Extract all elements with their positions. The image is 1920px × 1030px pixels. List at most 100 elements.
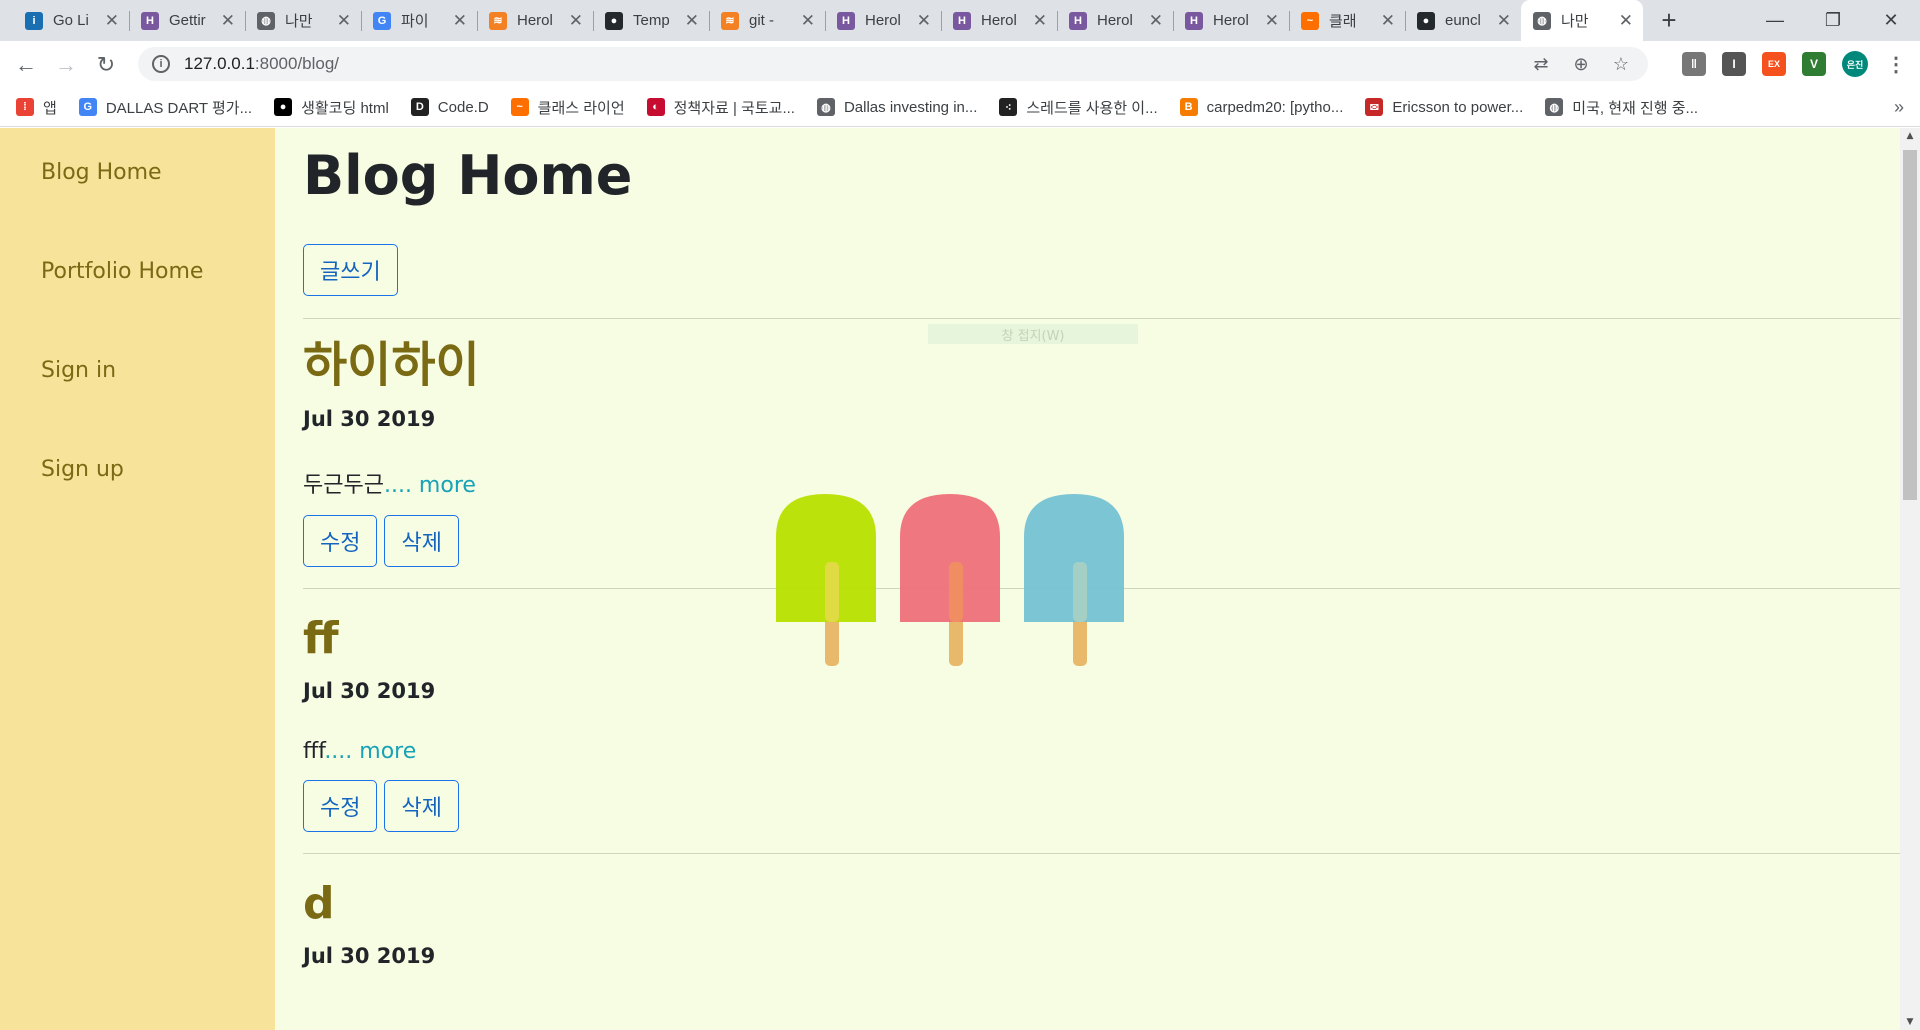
- site-info-icon[interactable]: i: [152, 55, 170, 73]
- more-link[interactable]: .... more: [384, 473, 476, 498]
- sidebar-link-blog-home[interactable]: Blog Home: [41, 160, 275, 259]
- scroll-thumb[interactable]: [1903, 150, 1917, 500]
- write-post-button[interactable]: 글쓰기: [303, 244, 398, 296]
- bookmark-label: 미국, 현재 진행 중...: [1572, 99, 1699, 117]
- address-bar[interactable]: i 127.0.0.1:8000/blog/ ⇄ ⊕ ☆: [138, 47, 1648, 81]
- extension-ex-icon[interactable]: EX: [1762, 52, 1786, 76]
- tab-close-icon[interactable]: ✕: [1497, 11, 1511, 31]
- tab-close-icon[interactable]: ✕: [1381, 11, 1395, 31]
- sidebar-link-sign-up[interactable]: Sign up: [41, 457, 275, 556]
- post-date: Jul 30 2019: [303, 407, 436, 431]
- bookmark-favicon-icon: ⁖: [999, 98, 1018, 116]
- delete-button[interactable]: 삭제: [384, 780, 459, 832]
- edit-button[interactable]: 수정: [303, 515, 378, 567]
- bookmark-item[interactable]: ◍ Dallas investing in...: [816, 98, 977, 116]
- browser-tab[interactable]: H Herol ✕: [825, 0, 941, 41]
- tab-close-icon[interactable]: ✕: [1619, 11, 1633, 31]
- edit-button[interactable]: 수정: [303, 780, 378, 832]
- bookmark-favicon-icon: D: [410, 98, 429, 116]
- tab-title: Gettir: [169, 12, 206, 29]
- browser-tab[interactable]: H Herol ✕: [1057, 0, 1173, 41]
- browser-tab[interactable]: H Herol ✕: [1173, 0, 1289, 41]
- tab-close-icon[interactable]: ✕: [337, 11, 351, 31]
- tab-favicon-icon: ●: [1417, 11, 1435, 30]
- tab-close-icon[interactable]: ✕: [801, 11, 815, 31]
- browser-tab[interactable]: H Herol ✕: [941, 0, 1057, 41]
- bookmark-item[interactable]: ● 생활코딩 html: [274, 97, 389, 118]
- bookmark-item[interactable]: Bcarpedm20: [pytho...: [1179, 98, 1343, 116]
- bookmark-item[interactable]: ✉ Ericsson to power...: [1365, 98, 1523, 116]
- browser-tab-active[interactable]: ◍ 나만 ✕: [1521, 0, 1643, 41]
- extension-bars-icon[interactable]: ‖: [1682, 52, 1706, 76]
- browser-tab[interactable]: ● euncl ✕: [1405, 0, 1521, 41]
- minimize-icon[interactable]: —: [1746, 0, 1804, 41]
- tab-title: Herol: [981, 12, 1017, 29]
- tab-close-icon[interactable]: ✕: [1149, 11, 1163, 31]
- bookmark-item[interactable]: ⁖ 스레드를 사용한 이...: [999, 97, 1158, 118]
- tab-close-icon[interactable]: ✕: [917, 11, 931, 31]
- sidebar-link-portfolio-home[interactable]: Portfolio Home: [41, 259, 275, 358]
- tab-close-icon[interactable]: ✕: [1033, 11, 1047, 31]
- more-link[interactable]: .... more: [324, 739, 416, 764]
- scroll-down-arrow-icon[interactable]: ▼: [1900, 1014, 1920, 1030]
- bookmarks-overflow-icon[interactable]: »: [1894, 97, 1904, 118]
- new-tab-plus-icon[interactable]: +: [1651, 3, 1687, 39]
- bookmark-label: DALLAS DART 평가...: [105, 99, 253, 117]
- close-window-icon[interactable]: ✕: [1862, 0, 1920, 41]
- tab-close-icon[interactable]: ✕: [569, 11, 583, 31]
- browser-tab[interactable]: ◍ 나만 ✕: [245, 0, 361, 41]
- post-title[interactable]: d: [303, 882, 1900, 926]
- url-text[interactable]: 127.0.0.1:8000/blog/: [184, 54, 339, 74]
- browser-tab[interactable]: G 파이 ✕: [361, 0, 477, 41]
- bookmark-item[interactable]: ~ 클래스 라이언: [510, 97, 625, 118]
- scroll-up-arrow-icon[interactable]: ▲: [1900, 128, 1920, 144]
- restore-icon[interactable]: ❐: [1804, 0, 1862, 41]
- tab-close-icon[interactable]: ✕: [105, 11, 119, 31]
- bookmark-favicon-icon: ●: [274, 98, 293, 116]
- tab-close-icon[interactable]: ✕: [685, 11, 699, 31]
- browser-tab[interactable]: i Go Li ✕: [13, 0, 129, 41]
- browser-tab[interactable]: ≋ git - ✕: [709, 0, 825, 41]
- browser-tab[interactable]: ~ 클래 ✕: [1289, 0, 1405, 41]
- browser-tab[interactable]: ≋ Herol ✕: [477, 0, 593, 41]
- tab-favicon-icon: H: [1185, 11, 1203, 30]
- browser-tab[interactable]: ● Temp ✕: [593, 0, 709, 41]
- bookmark-item[interactable]: ⁞ 앱: [16, 97, 57, 118]
- post-item: d Jul 30 2019: [303, 882, 1900, 969]
- tab-favicon-icon: G: [373, 11, 391, 30]
- bookmark-favicon-icon: ◐: [646, 98, 665, 116]
- menu-kebab-icon[interactable]: ⋮: [1884, 52, 1908, 76]
- post-title[interactable]: 하이하이: [303, 341, 1900, 389]
- address-bar-actions: ⇄ ⊕ ☆: [1528, 51, 1634, 77]
- bookmark-favicon-icon: G: [78, 98, 97, 116]
- bookmark-item[interactable]: ◍ 미국, 현재 진행 중...: [1545, 97, 1698, 118]
- tab-close-icon[interactable]: ✕: [221, 11, 235, 31]
- tab-title: 클래: [1329, 13, 1357, 30]
- extension-v-icon[interactable]: V: [1802, 52, 1826, 76]
- blue-popsicle-icon: [1024, 494, 1124, 666]
- forward-arrow-icon[interactable]: →: [46, 45, 86, 85]
- translate-icon[interactable]: ⇄: [1528, 51, 1554, 77]
- browser-tab[interactable]: H Gettir ✕: [129, 0, 245, 41]
- reload-icon[interactable]: ↻: [86, 45, 126, 85]
- tab-favicon-icon: ●: [605, 11, 623, 30]
- extensions-area: ‖ I EX V 은진 ⋮: [1682, 51, 1908, 77]
- back-arrow-icon[interactable]: ←: [6, 45, 46, 85]
- tab-favicon-icon: ≋: [721, 11, 739, 30]
- tab-close-icon[interactable]: ✕: [453, 11, 467, 31]
- tab-close-icon[interactable]: ✕: [1265, 11, 1279, 31]
- bookmark-item[interactable]: G DALLAS DART 평가...: [78, 97, 253, 118]
- extension-i-icon[interactable]: I: [1722, 52, 1746, 76]
- tab-title: euncl: [1445, 12, 1481, 29]
- bookmark-star-icon[interactable]: ☆: [1608, 51, 1634, 77]
- bookmark-item[interactable]: D Code.D: [410, 98, 489, 116]
- bookmark-item[interactable]: ◐ 정책자료 | 국토교...: [646, 97, 795, 118]
- tab-title: Herol: [1213, 12, 1249, 29]
- vertical-scrollbar[interactable]: ▲ ▼: [1900, 128, 1920, 1030]
- profile-avatar[interactable]: 은진: [1842, 51, 1868, 77]
- delete-button[interactable]: 삭제: [384, 515, 459, 567]
- tab-strip: i Go Li ✕ H Gettir ✕ ◍ 나만 ✕ G 파이 ✕ ≋ Herol ✕ ● Temp ✕ ≋ git…: [0, 0, 1920, 41]
- zoom-icon[interactable]: ⊕: [1568, 51, 1594, 77]
- bookmark-label: 정책자료 | 국토교...: [673, 99, 795, 117]
- sidebar-link-sign-in[interactable]: Sign in: [41, 358, 275, 457]
